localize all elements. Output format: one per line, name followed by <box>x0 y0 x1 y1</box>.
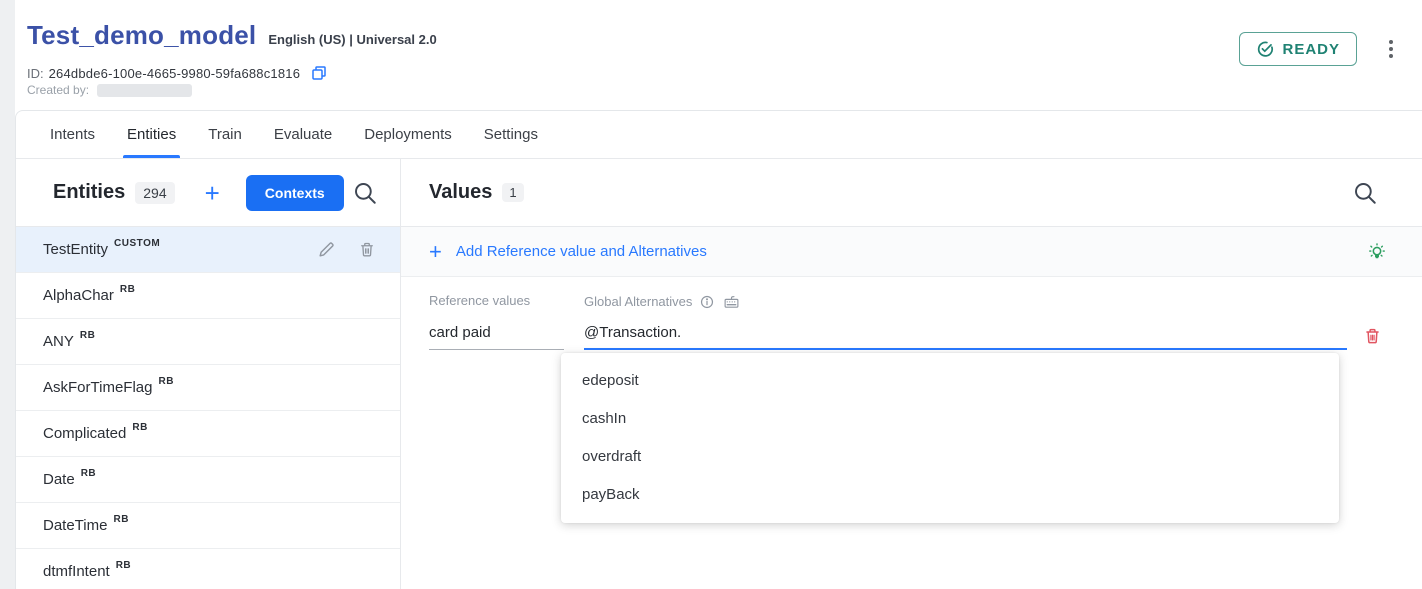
value-inputs-row <box>429 320 1394 350</box>
reference-values-label: Reference values <box>429 293 584 310</box>
values-count-badge: 1 <box>502 183 523 202</box>
column-labels: Reference values Global Alternatives <box>429 293 1394 310</box>
model-id-value: 264dbde6-100e-4665-9980-59fa688c1816 <box>49 66 301 81</box>
entity-type-tag: RB <box>113 514 128 525</box>
edit-pencil-icon[interactable] <box>317 240 336 259</box>
add-entity-icon[interactable]: + <box>205 180 220 206</box>
entity-type-tag: RB <box>80 330 95 341</box>
entity-row-actions <box>317 240 376 259</box>
status-badge[interactable]: READY <box>1239 32 1357 66</box>
dropdown-item-cashin[interactable]: cashIn <box>561 400 1339 438</box>
created-by-row: Created by: <box>27 83 192 97</box>
entity-row-any[interactable]: ANY RB <box>16 319 400 365</box>
entity-type-tag: RB <box>158 376 173 387</box>
content-panels: Entities 294 + Contexts TestEntity CUSTO… <box>16 159 1422 589</box>
tab-deployments[interactable]: Deployments <box>348 111 468 158</box>
entity-name: Complicated <box>43 425 126 442</box>
entities-search-icon[interactable] <box>352 180 378 206</box>
model-card: Intents Entities Train Evaluate Deployme… <box>15 110 1422 589</box>
entities-panel-header: Entities 294 + Contexts <box>16 159 400 227</box>
tab-train[interactable]: Train <box>192 111 258 158</box>
copy-icon[interactable] <box>310 64 328 82</box>
keyboard-icon[interactable] <box>722 293 741 310</box>
delete-value-trash-icon[interactable] <box>1363 326 1382 346</box>
entity-row-complicated[interactable]: Complicated RB <box>16 411 400 457</box>
model-id-row: ID: 264dbde6-100e-4665-9980-59fa688c1816 <box>27 64 328 82</box>
add-reference-link[interactable]: Add Reference value and Alternatives <box>456 243 707 260</box>
entity-type-tag: RB <box>120 284 135 295</box>
model-id-label: ID: <box>27 66 44 81</box>
entity-name: AlphaChar <box>43 287 114 304</box>
entity-row-dtmfintent[interactable]: dtmfIntent RB <box>16 549 400 589</box>
page-title: Test_demo_model <box>27 20 256 51</box>
entity-name: TestEntity <box>43 241 108 258</box>
status-badge-label: READY <box>1282 41 1340 58</box>
tab-bar: Intents Entities Train Evaluate Deployme… <box>16 111 1422 159</box>
contexts-button[interactable]: Contexts <box>246 175 344 211</box>
entity-name: ANY <box>43 333 74 350</box>
dropdown-item-edeposit[interactable]: edeposit <box>561 362 1339 400</box>
entity-row-datetime[interactable]: DateTime RB <box>16 503 400 549</box>
entity-type-tag: CUSTOM <box>114 238 160 249</box>
values-panel-header: Values 1 <box>401 159 1422 227</box>
tab-evaluate[interactable]: Evaluate <box>258 111 348 158</box>
entities-title: Entities <box>53 181 125 204</box>
entity-name: Date <box>43 471 75 488</box>
entities-count-badge: 294 <box>135 182 174 204</box>
entities-panel: Entities 294 + Contexts TestEntity CUSTO… <box>16 159 401 589</box>
entity-list: TestEntity CUSTOM AlphaChar RB <box>16 227 400 589</box>
entity-row-askfortimeflag[interactable]: AskForTimeFlag RB <box>16 365 400 411</box>
title-row: Test_demo_model English (US) | Universal… <box>27 20 437 51</box>
created-by-label: Created by: <box>27 83 89 97</box>
values-panel: Values 1 + Add Reference value and Alter… <box>401 159 1422 589</box>
delete-trash-icon[interactable] <box>358 240 376 259</box>
check-circle-icon <box>1256 40 1274 58</box>
entity-type-tag: RB <box>81 468 96 479</box>
entity-type-tag: RB <box>116 560 131 571</box>
add-reference-plus-icon[interactable]: + <box>429 241 442 263</box>
add-reference-row: + Add Reference value and Alternatives <box>401 227 1422 277</box>
entity-row-date[interactable]: Date RB <box>16 457 400 503</box>
entity-name: AskForTimeFlag <box>43 379 152 396</box>
reference-value-input[interactable] <box>429 320 564 350</box>
dropdown-item-overdraft[interactable]: overdraft <box>561 438 1339 476</box>
tab-settings[interactable]: Settings <box>468 111 554 158</box>
info-icon[interactable] <box>699 294 715 310</box>
created-by-redacted-value <box>97 84 192 97</box>
global-alternatives-label: Global Alternatives <box>584 294 692 309</box>
dropdown-item-payback[interactable]: payBack <box>561 476 1339 514</box>
tab-entities[interactable]: Entities <box>111 111 192 158</box>
entity-name: DateTime <box>43 517 107 534</box>
entity-row-testentity[interactable]: TestEntity CUSTOM <box>16 227 400 273</box>
page-left-gutter <box>0 0 15 589</box>
model-header: Test_demo_model English (US) | Universal… <box>15 0 1422 110</box>
kebab-menu-icon[interactable] <box>1382 38 1400 60</box>
global-alternatives-label-group: Global Alternatives <box>584 293 741 310</box>
values-search-icon[interactable] <box>1352 180 1378 206</box>
tab-intents[interactable]: Intents <box>34 111 111 158</box>
suggestions-lightbulb-icon[interactable] <box>1366 241 1388 263</box>
model-language-version: English (US) | Universal 2.0 <box>268 32 436 47</box>
entity-row-alphachar[interactable]: AlphaChar RB <box>16 273 400 319</box>
global-alternatives-input[interactable] <box>584 320 1347 350</box>
entity-name: dtmfIntent <box>43 563 110 580</box>
reference-form: Reference values Global Alternatives <box>401 277 1422 350</box>
alternatives-suggestion-dropdown: edeposit cashIn overdraft payBack <box>561 353 1339 523</box>
values-title: Values <box>429 181 492 204</box>
entity-type-tag: RB <box>132 422 147 433</box>
